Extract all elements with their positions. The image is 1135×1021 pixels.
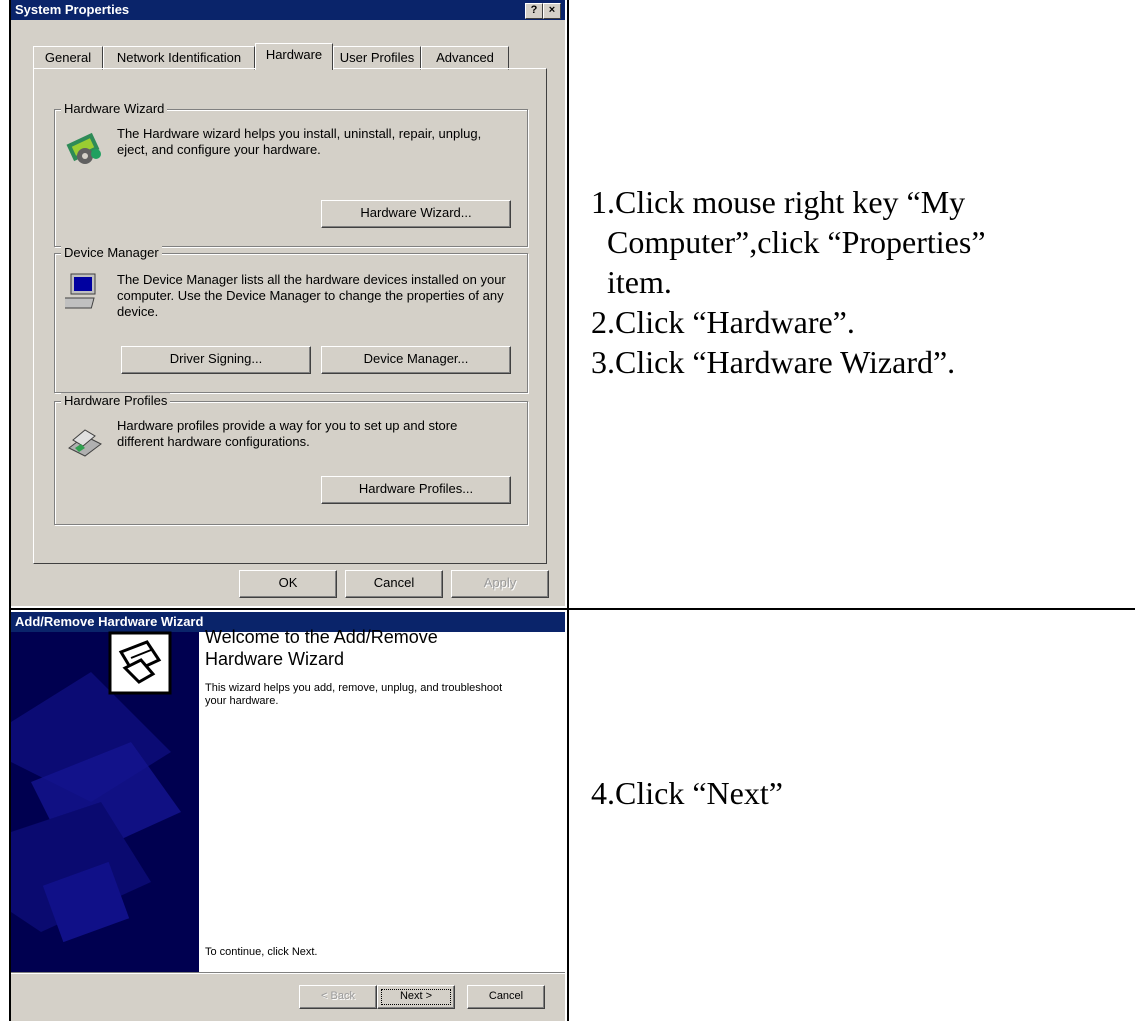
- close-button[interactable]: ×: [543, 3, 561, 19]
- tab-user-profiles[interactable]: User Profiles: [333, 46, 421, 70]
- table-row-divider: [9, 608, 1135, 610]
- wizard-separator: [11, 972, 565, 974]
- wizard-cancel-button[interactable]: Cancel: [467, 985, 545, 1009]
- step-4: 4.Click “Next”: [591, 775, 783, 811]
- wizard-description: This wizard helps you add, remove, unplu…: [205, 682, 503, 707]
- step-1-line-3: item.: [591, 264, 672, 300]
- wizard-title: Add/Remove Hardware Wizard: [15, 614, 204, 629]
- driver-signing-button[interactable]: Driver Signing...: [121, 346, 311, 374]
- step-2: 2.Click “Hardware”.: [591, 304, 855, 340]
- apply-button[interactable]: Apply: [451, 570, 549, 598]
- instructions-top: 1.Click mouse right key “My Computer”,cl…: [591, 182, 986, 382]
- device-manager-button[interactable]: Device Manager...: [321, 346, 511, 374]
- hardware-wizard-icon: [66, 132, 101, 164]
- cancel-button[interactable]: Cancel: [345, 570, 443, 598]
- hardware-profiles-group-label: Hardware Profiles: [61, 393, 171, 408]
- device-manager-group-label: Device Manager: [61, 245, 162, 260]
- wizard-heading: Welcome to the Add/Remove Hardware Wizar…: [205, 627, 438, 669]
- hardware-profiles-description: Hardware profiles provide a way for you …: [117, 418, 458, 449]
- hardware-profiles-button[interactable]: Hardware Profiles...: [321, 476, 511, 504]
- step-1-line-1: 1.Click mouse right key “My: [591, 184, 966, 220]
- help-button[interactable]: ?: [525, 3, 543, 19]
- instructions-bottom: 4.Click “Next”: [591, 773, 783, 813]
- wizard-continue-text: To continue, click Next.: [205, 946, 318, 958]
- hardware-wizard-group: Hardware Wizard The Hardware wizard help…: [54, 101, 528, 247]
- tab-advanced[interactable]: Advanced: [421, 46, 509, 70]
- sysprops-titlebar: System Properties: [11, 0, 565, 20]
- hardware-wizard-description: The Hardware wizard helps you install, u…: [117, 126, 482, 157]
- device-manager-description: The Device Manager lists all the hardwar…: [117, 272, 506, 319]
- step-3: 3.Click “Hardware Wizard”.: [591, 344, 956, 380]
- hardware-tab-panel: Hardware Wizard The Hardware wizard help…: [33, 68, 547, 564]
- add-remove-hardware-wizard-dialog: Add/Remove Hardware Wizard Welcome to th…: [11, 612, 565, 1021]
- hardware-wizard-group-label: Hardware Wizard: [61, 101, 168, 116]
- hardware-profiles-group: Hardware Profiles Hardware profiles prov…: [54, 393, 528, 525]
- next-button[interactable]: Next >: [377, 985, 455, 1009]
- sysprops-title: System Properties: [15, 2, 130, 17]
- system-properties-dialog: System Properties ? × General Network Id…: [11, 0, 565, 606]
- hardware-wizard-button[interactable]: Hardware Wizard...: [321, 200, 511, 228]
- computer-icon: [65, 273, 96, 309]
- tab-network-identification[interactable]: Network Identification: [103, 46, 255, 70]
- tab-hardware[interactable]: Hardware: [255, 43, 333, 70]
- step-1-line-2: Computer”,click “Properties”: [591, 224, 986, 260]
- back-button[interactable]: < Back: [299, 985, 377, 1009]
- hardware-profiles-icon: [68, 429, 102, 457]
- hardware-card-icon: [108, 631, 172, 695]
- device-manager-group: Device Manager The Device Manager lists …: [54, 245, 528, 393]
- tab-general[interactable]: General: [33, 46, 103, 70]
- ok-button[interactable]: OK: [239, 570, 337, 598]
- table-border-middle: [567, 0, 569, 1021]
